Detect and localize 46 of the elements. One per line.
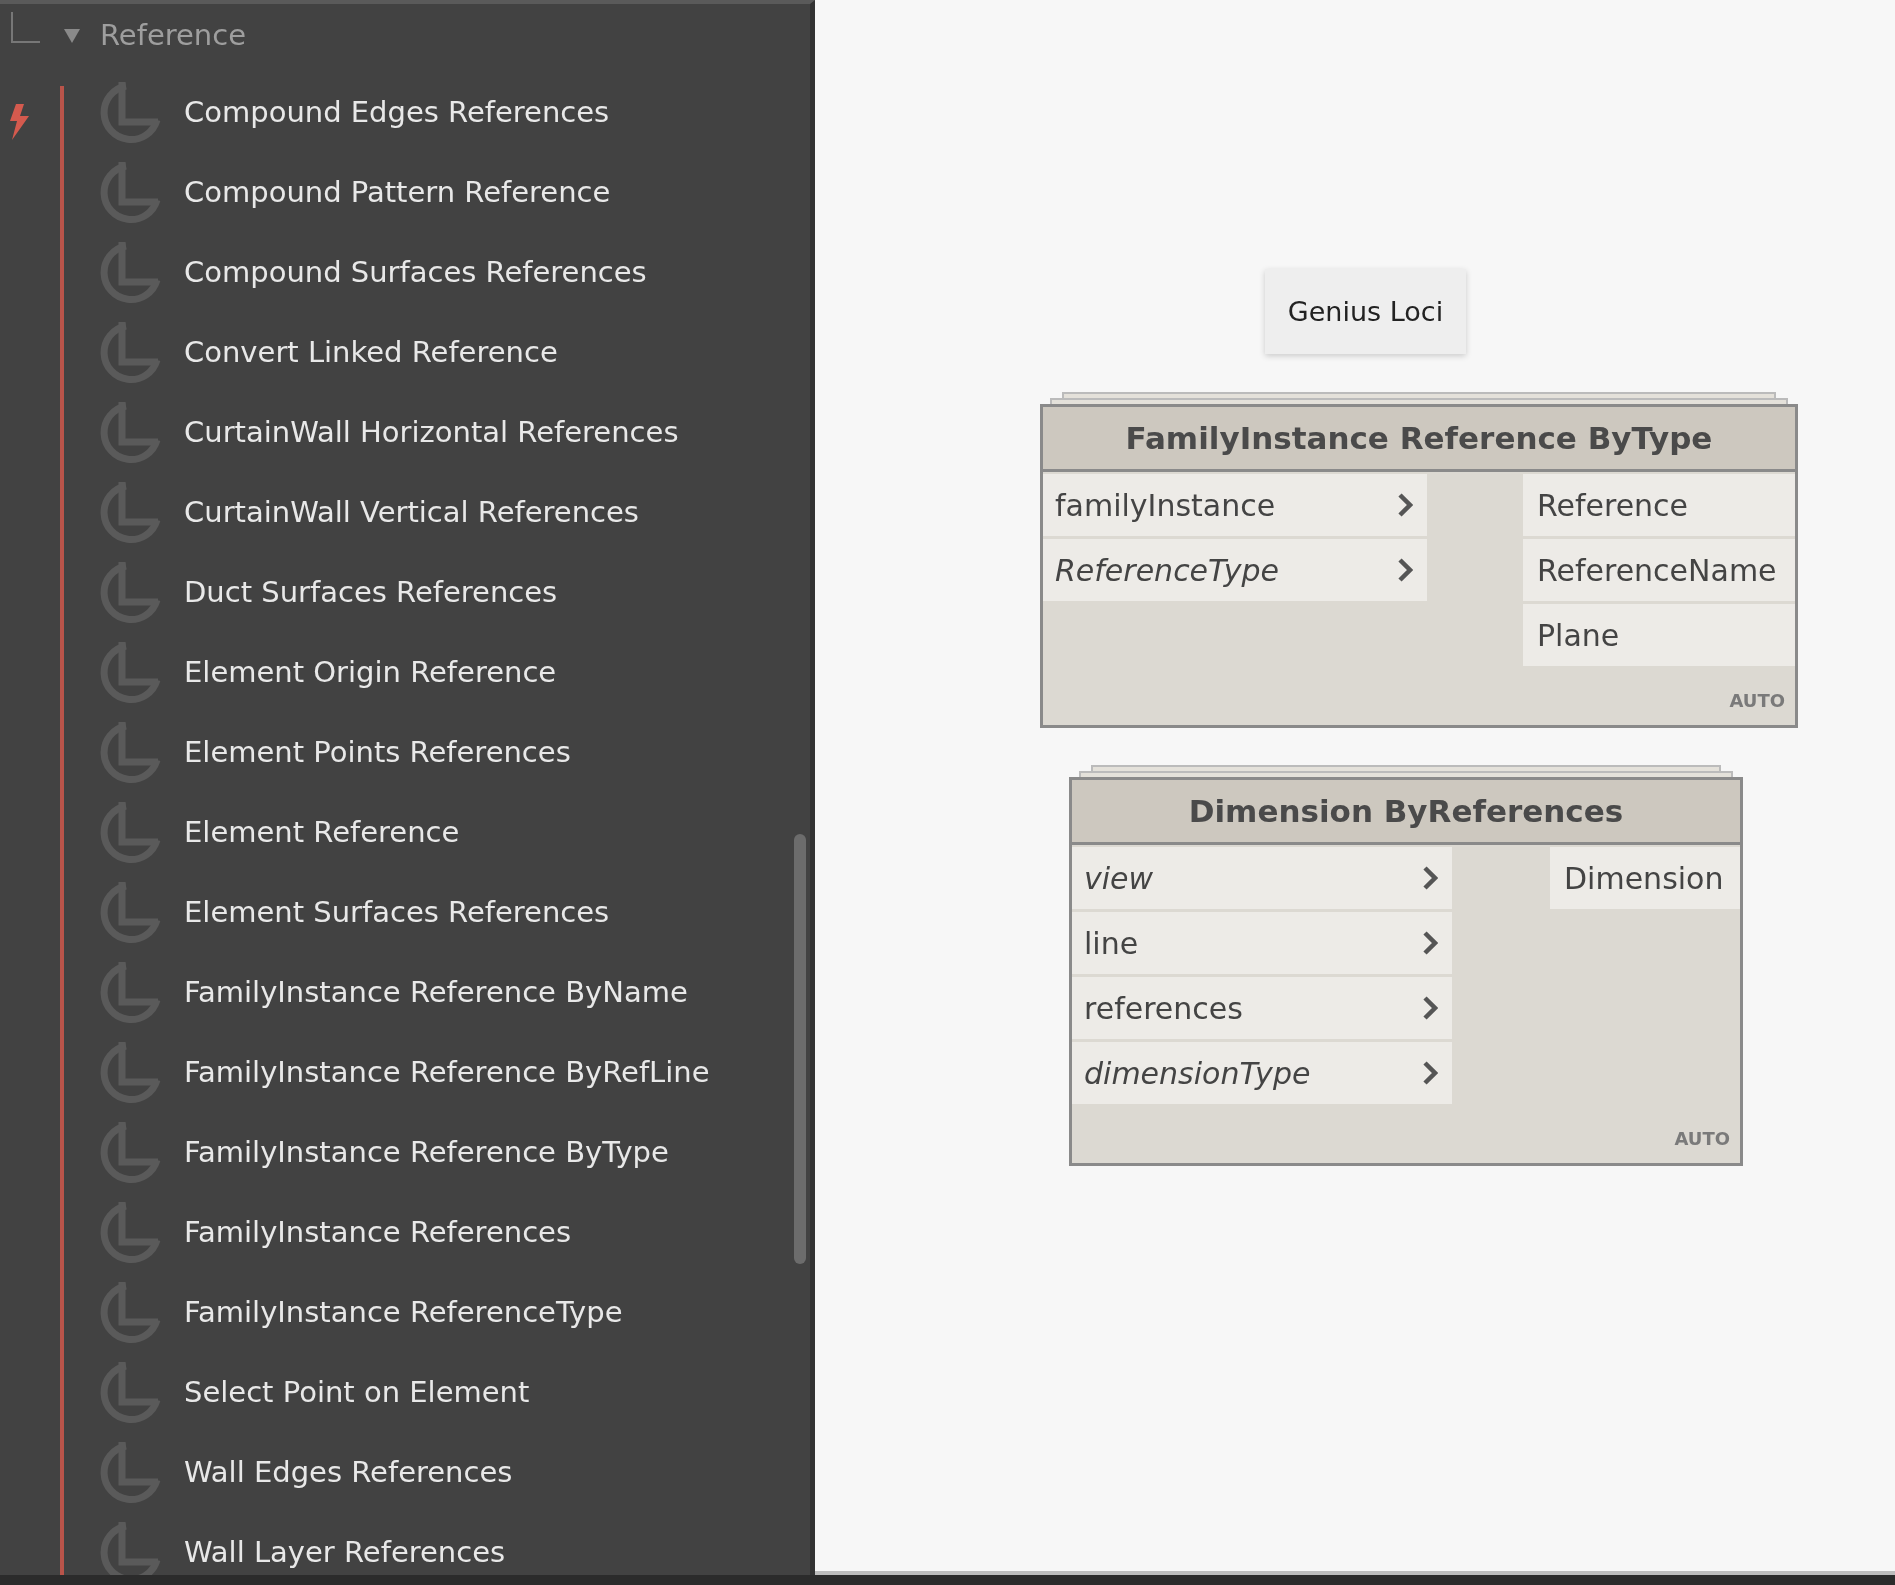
input-port[interactable]: view	[1072, 847, 1452, 909]
category-label[interactable]: Reference	[100, 18, 247, 52]
library-item[interactable]: Compound Edges References	[96, 72, 710, 152]
library-item[interactable]: FamilyInstance Reference ByName	[96, 952, 710, 1032]
scrollbar-thumb[interactable]	[794, 834, 806, 1264]
library-item[interactable]: CurtainWall Vertical References	[96, 472, 710, 552]
input-port[interactable]: ReferenceType	[1043, 539, 1427, 601]
library-item[interactable]: Wall Edges References	[96, 1432, 710, 1512]
library-item[interactable]: Duct Surfaces References	[96, 552, 710, 632]
input-port[interactable]: line	[1072, 912, 1452, 974]
chevron-icon	[1397, 557, 1413, 583]
input-port[interactable]: familyInstance	[1043, 474, 1427, 536]
chevron-icon	[1397, 492, 1413, 518]
chevron-icon	[1422, 995, 1438, 1021]
chevron-icon	[1422, 1060, 1438, 1086]
library-item[interactable]: FamilyInstance Reference ByRefLine	[96, 1032, 710, 1112]
chevron-icon	[1422, 865, 1438, 891]
library-item[interactable]: Element Surfaces References	[96, 872, 710, 952]
output-port[interactable]: Plane	[1523, 604, 1795, 666]
library-item[interactable]: Element Points References	[96, 712, 710, 792]
library-item[interactable]: Compound Pattern Reference	[96, 152, 710, 232]
lacing-label: AUTO	[1673, 1127, 1731, 1151]
library-item[interactable]: CurtainWall Horizontal References	[96, 392, 710, 472]
tree-line-icon	[10, 12, 42, 44]
output-port[interactable]: Reference	[1523, 474, 1795, 536]
input-port[interactable]: references	[1072, 977, 1452, 1039]
library-item[interactable]: FamilyInstance References	[96, 1192, 710, 1272]
node-title: FamilyInstance Reference ByType	[1043, 407, 1795, 472]
node-card[interactable]: FamilyInstance Reference ByType familyInstance ReferenceType Reference ReferenceName Plane AUTO	[1040, 404, 1798, 728]
library-item[interactable]: FamilyInstance ReferenceType	[96, 1272, 710, 1352]
library-item[interactable]: Select Point on Element	[96, 1352, 710, 1432]
library-item[interactable]: Element Reference	[96, 792, 710, 872]
chevron-icon	[1422, 930, 1438, 956]
group-label[interactable]: Genius Loci	[1265, 269, 1466, 354]
library-item[interactable]: Element Origin Reference	[96, 632, 710, 712]
library-item[interactable]: Compound Surfaces References	[96, 232, 710, 312]
lacing-label: AUTO	[1728, 689, 1786, 713]
node-card[interactable]: Dimension ByReferences view line references dimensionType Dimension AUTO	[1069, 777, 1743, 1166]
node-title: Dimension ByReferences	[1072, 780, 1740, 845]
library-item[interactable]: FamilyInstance Reference ByType	[96, 1112, 710, 1192]
input-port[interactable]: dimensionType	[1072, 1042, 1452, 1104]
output-port[interactable]: Dimension	[1550, 847, 1740, 909]
library-item[interactable]: Convert Linked Reference	[96, 312, 710, 392]
lightning-icon	[8, 104, 30, 140]
library-item[interactable]: Wall Layer References	[96, 1512, 710, 1575]
output-port[interactable]: ReferenceName	[1523, 539, 1795, 601]
